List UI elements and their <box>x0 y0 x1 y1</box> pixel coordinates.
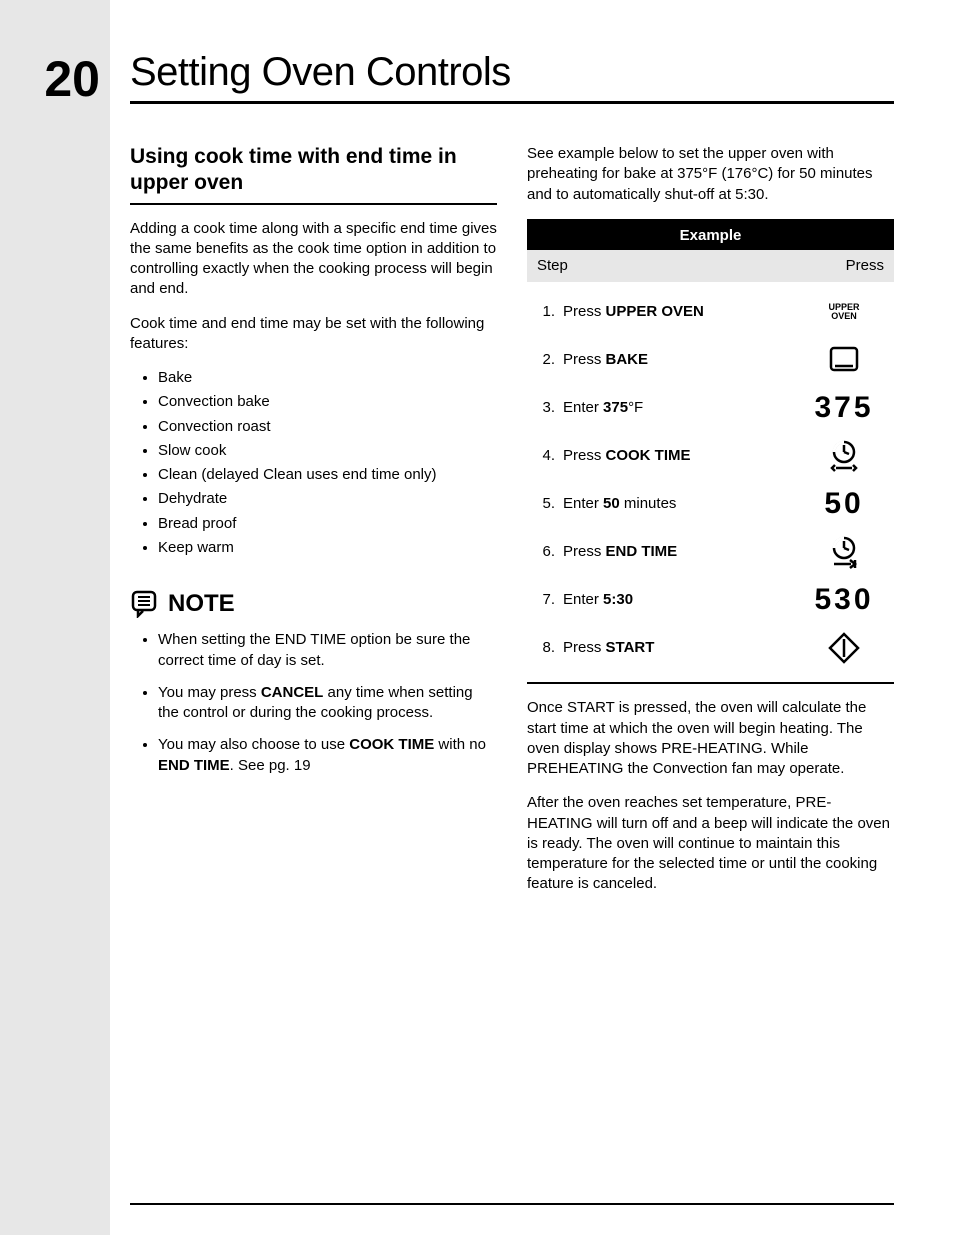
step-cell: 8. Press START <box>537 638 794 658</box>
list-item: Bread proof <box>158 514 497 534</box>
list-item: Keep warm <box>158 538 497 558</box>
main-content: Setting Oven Controls Using cook time wi… <box>110 0 954 1235</box>
note-bold: END TIME <box>158 757 230 774</box>
step-num: 4. <box>537 446 555 466</box>
list-item: Convection bake <box>158 392 497 412</box>
table-row: 3. Enter 375°F 375 <box>537 384 884 432</box>
footer-rule <box>130 1203 894 1205</box>
list-item: When setting the END TIME option be sure… <box>158 630 497 671</box>
step-num: 5. <box>537 494 555 514</box>
step-cell: 7. Enter 5:30 <box>537 590 794 610</box>
step-text: Enter 5:30 <box>563 590 633 610</box>
step-text: Enter 375°F <box>563 398 643 418</box>
note-text: You may also choose to use <box>158 736 349 753</box>
step-cell: 3. Enter 375°F <box>537 398 794 418</box>
right-column: See example below to set the upper oven … <box>527 144 894 909</box>
keypad-digits: 375 <box>814 388 873 429</box>
start-icon <box>828 632 860 664</box>
press-cell <box>804 632 884 664</box>
left-column: Using cook time with end time in upper o… <box>130 144 497 909</box>
page-number: 20 <box>0 50 100 108</box>
table-row: 7. Enter 5:30 530 <box>537 576 884 624</box>
note-title: NOTE <box>168 588 235 620</box>
note-text: with no <box>434 736 486 753</box>
step-cell: 6. Press END TIME <box>537 542 794 562</box>
keypad-digits: 50 <box>824 484 863 525</box>
right-para-1: Once START is pressed, the oven will cal… <box>527 698 894 779</box>
intro-para-1: Adding a cook time along with a specific… <box>130 219 497 300</box>
table-row: 6. Press END TIME <box>537 528 884 576</box>
list-item: Slow cook <box>158 441 497 461</box>
page-title: Setting Oven Controls <box>130 50 894 95</box>
step-text: Press END TIME <box>563 542 677 562</box>
press-cell <box>804 535 884 569</box>
step-text: Enter 50 minutes <box>563 494 676 514</box>
press-cell: 530 <box>804 580 884 621</box>
step-num: 8. <box>537 638 555 658</box>
list-item: Clean (delayed Clean uses end time only) <box>158 465 497 485</box>
col-press: Press <box>846 256 884 276</box>
note-text: . See pg. 19 <box>230 757 311 774</box>
columns: Using cook time with end time in upper o… <box>130 144 894 909</box>
step-num: 7. <box>537 590 555 610</box>
note-header: NOTE <box>130 588 497 620</box>
note-icon <box>130 590 160 618</box>
step-num: 2. <box>537 350 555 370</box>
table-row: 8. Press START <box>537 624 884 672</box>
press-cell <box>804 439 884 473</box>
press-cell: UPPEROVEN <box>804 303 884 322</box>
bake-icon <box>827 345 861 375</box>
list-item: Convection roast <box>158 417 497 437</box>
end-time-icon <box>828 535 860 569</box>
section-rule <box>130 203 497 205</box>
example-table: Example Step Press 1. Press UPPER OVEN UPP… <box>527 219 894 685</box>
press-cell: 375 <box>804 388 884 429</box>
step-text: Press START <box>563 638 654 658</box>
press-cell <box>804 345 884 375</box>
example-header-row: Step Press <box>527 250 894 282</box>
table-row: 1. Press UPPER OVEN UPPEROVEN <box>537 288 884 336</box>
example-rows: 1. Press UPPER OVEN UPPEROVEN 2. Press BAKE 3… <box>527 282 894 682</box>
press-cell: 50 <box>804 484 884 525</box>
upper-oven-icon: UPPEROVEN <box>828 303 859 322</box>
note-bold: CANCEL <box>261 684 324 701</box>
right-para-2: After the oven reaches set temperature, … <box>527 793 894 894</box>
table-row: 5. Enter 50 minutes 50 <box>537 480 884 528</box>
note-text: When setting the END TIME option be sure… <box>158 631 470 668</box>
list-item: Bake <box>158 368 497 388</box>
example-title: Example <box>527 222 894 250</box>
intro-para-2: Cook time and end time may be set with t… <box>130 314 497 355</box>
feature-list: Bake Convection bake Convection roast Sl… <box>130 368 497 558</box>
step-cell: 4. Press COOK TIME <box>537 446 794 466</box>
left-margin: 20 <box>0 0 110 1235</box>
cook-time-icon <box>828 439 860 473</box>
step-num: 6. <box>537 542 555 562</box>
note-list: When setting the END TIME option be sure… <box>130 630 497 776</box>
col-step: Step <box>537 256 568 276</box>
keypad-digits: 530 <box>814 580 873 621</box>
step-cell: 5. Enter 50 minutes <box>537 494 794 514</box>
right-intro: See example below to set the upper oven … <box>527 144 894 205</box>
table-row: 2. Press BAKE <box>537 336 884 384</box>
list-item: Dehydrate <box>158 489 497 509</box>
list-item: You may also choose to use COOK TIME wit… <box>158 735 497 776</box>
step-text: Press BAKE <box>563 350 648 370</box>
section-heading: Using cook time with end time in upper o… <box>130 144 497 197</box>
note-bold: COOK TIME <box>349 736 434 753</box>
title-rule <box>130 101 894 104</box>
step-cell: 1. Press UPPER OVEN <box>537 302 794 322</box>
step-text: Press UPPER OVEN <box>563 302 704 322</box>
note-text: You may press <box>158 684 261 701</box>
table-row: 4. Press COOK TIME <box>537 432 884 480</box>
list-item: You may press CANCEL any time when setti… <box>158 683 497 724</box>
step-num: 3. <box>537 398 555 418</box>
step-num: 1. <box>537 302 555 322</box>
step-text: Press COOK TIME <box>563 446 691 466</box>
step-cell: 2. Press BAKE <box>537 350 794 370</box>
